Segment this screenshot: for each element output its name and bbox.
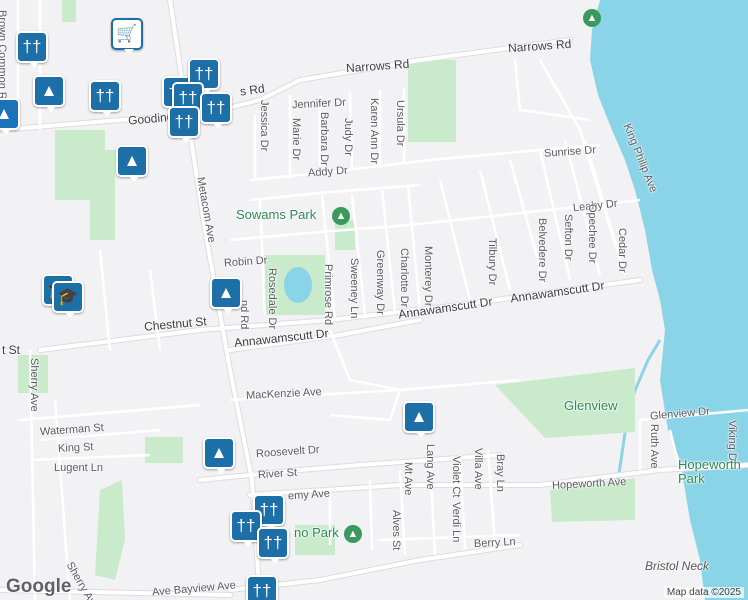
street-label: King St [57, 441, 94, 455]
street-label: Karen Ann Dr [368, 98, 380, 165]
fork-knife-icon[interactable]: †† [168, 106, 200, 143]
area-label: Bristol Neck [645, 559, 710, 573]
pond [284, 267, 312, 303]
street-label: Sefton Dr [562, 214, 574, 261]
bag-icon[interactable]: ▲ [210, 277, 242, 314]
street-label: Primrose Rd [322, 264, 334, 326]
park-label[interactable]: Sowams Park [236, 208, 316, 221]
graduation-cap-icon[interactable]: 🎓 [52, 281, 84, 318]
map-canvas[interactable]: Narrows Rd Narrows Rd s Rd Gooding Av Je… [0, 0, 748, 600]
fork-knife-icon[interactable]: †† [200, 92, 232, 129]
fork-knife-icon[interactable]: †† [89, 80, 121, 117]
map-data-attribution[interactable]: Map data ©2025 [663, 587, 744, 598]
street-label: Tilbury Dr [486, 238, 498, 286]
street-label: s Rd [239, 81, 266, 99]
street-label: Ursula Dr [394, 100, 406, 147]
tree-icon[interactable]: ▲ [332, 207, 350, 225]
street-label: Opechee Dr [586, 204, 598, 264]
bag-icon[interactable]: ▲ [203, 437, 235, 474]
park-label[interactable]: no Park [294, 526, 339, 539]
street-label: Rosedale Dr [266, 268, 278, 330]
park-area [145, 437, 183, 463]
street-label: Villa Ave [472, 448, 484, 490]
fork-knife-icon[interactable]: †† [246, 575, 278, 600]
street-label: Lang Ave [424, 444, 436, 490]
street-label: Monterey Dr [422, 246, 434, 307]
bag-icon[interactable]: ▲ [116, 145, 148, 182]
street-label: Mt Ave [402, 462, 414, 496]
street-label: Verdi Ln [450, 502, 462, 543]
street-label: Lugent Ln [54, 462, 103, 474]
street-label: Barbara Dr [318, 112, 330, 166]
fork-knife-icon[interactable]: †† [16, 31, 48, 68]
street-label: Alves St [390, 510, 402, 551]
park-label[interactable]: Glenview [564, 399, 617, 412]
street-label: Cedar Dr [616, 228, 628, 273]
tree-icon[interactable]: ▲ [583, 9, 601, 27]
bag-icon[interactable]: ▲ [403, 401, 435, 438]
street-label: Ruth Ave [648, 424, 660, 469]
street-label: Brown Common Rd [0, 10, 8, 106]
street-label: Charlotte Dr [398, 248, 410, 308]
street-label: Belvedere Dr [536, 218, 548, 283]
street-label: Jessica Dr [258, 100, 270, 152]
street-label: t St [2, 343, 21, 357]
park-label[interactable]: Hopeworth Park [678, 458, 741, 486]
fork-knife-icon[interactable]: †† [257, 527, 289, 564]
street-label: Berry Ln [473, 535, 516, 551]
street-label: Greenway Dr [374, 250, 386, 315]
street-label: Bray Ln [494, 454, 506, 492]
bag-icon[interactable]: ▲ [33, 75, 65, 112]
street-label: Sweeney Ln [348, 258, 360, 319]
tree-icon[interactable]: ▲ [344, 525, 362, 543]
cart-icon[interactable]: 🛒 [111, 18, 143, 55]
bag-icon[interactable]: ▲ [0, 98, 20, 135]
park-area [408, 60, 456, 142]
park-area [90, 150, 115, 240]
park-area [95, 480, 125, 580]
street-label: Sherry Ave [28, 358, 40, 412]
google-logo: Google [6, 576, 72, 597]
street-label: Violet Ct [450, 456, 462, 498]
street-label: Marie Dr [290, 118, 302, 161]
park-area [62, 0, 76, 22]
street-label: Judy Dr [342, 118, 354, 156]
